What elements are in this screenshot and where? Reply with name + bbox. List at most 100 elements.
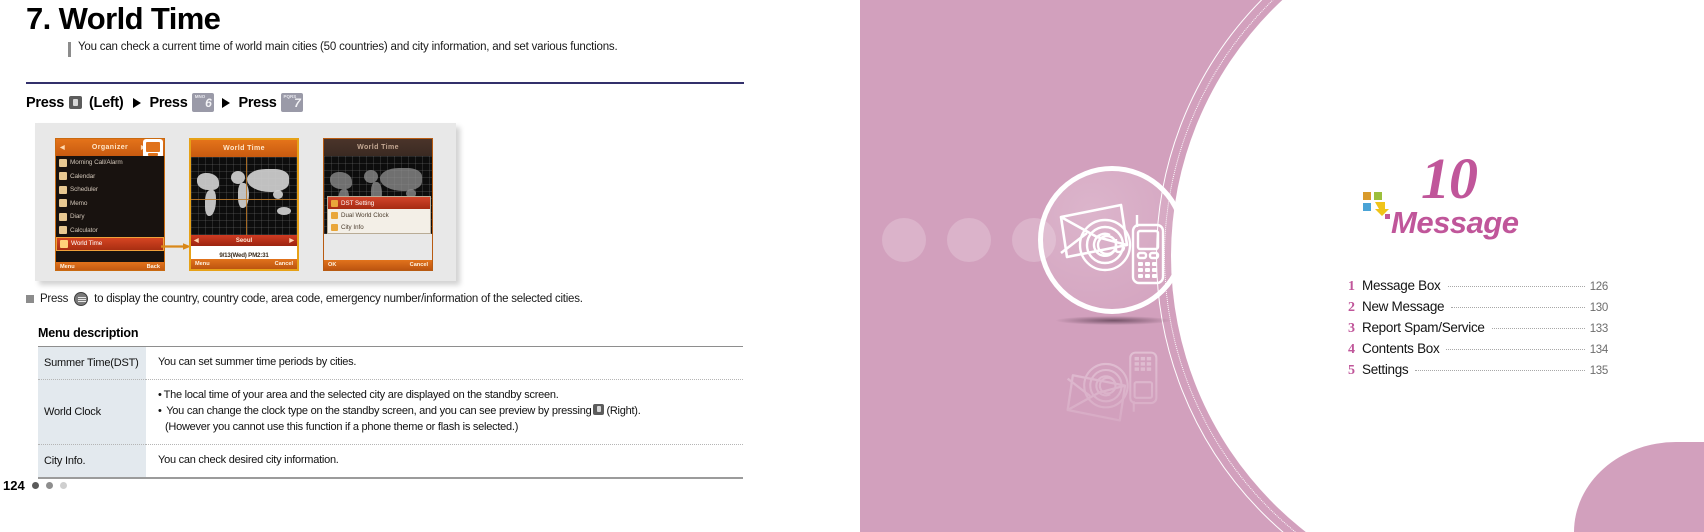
phone-screenshot-organizer: ◀ Organizer ▶ Morning Call/Alarm Calenda… [55,138,165,271]
toc-leader-dots [1491,328,1585,329]
toc-page-number: 126 [1589,281,1609,293]
table-cell-key: City Info. [38,444,146,478]
envelope-at-phone-icon [1059,203,1165,285]
menu-description-table: Summer Time(DST) You can set summer time… [38,346,743,479]
chapter-word: Message [1391,205,1519,240]
table-row: City Info. You can check desired city in… [38,444,743,478]
table-cell-value: You can set summer time periods by citie… [158,356,357,368]
toc-item[interactable]: 1 Message Box 126 [1348,278,1608,299]
list-item-label: Diary [70,213,85,221]
intro-accent-bar [68,42,71,57]
shot3-softkey-right: Cancel [409,262,428,268]
keypad-6-icon: MNO 6 [192,93,215,112]
toc-index: 2 [1348,300,1355,315]
footer-dot-icon [59,482,67,489]
bullet-continuation: (However you cannot use this function if… [165,420,519,433]
screenshot-strip: ◀ Organizer ▶ Morning Call/Alarm Calenda… [35,123,456,281]
note-line: Press to display the country, country co… [26,292,583,306]
chapter-squares-icon [1363,192,1393,222]
list-item-label: Calculator [70,226,98,234]
popup-item: Dual World Clock [328,209,430,221]
folder-icon [59,185,67,194]
note-bullet-square [26,295,34,303]
nav-right-key-icon [593,403,605,415]
table-cell-key: Summer Time(DST) [38,346,146,380]
shot2-city-bar: ◀ Seoul ▶ [191,235,297,246]
menu-description-heading: Menu description [38,326,139,340]
list-item: Memo [56,197,164,211]
arrow-right-icon-2 [222,97,231,108]
chapter-number: 10 [1421,146,1478,211]
toc-label: New Message [1362,299,1445,314]
list-item-label: Scheduler [70,186,98,194]
bullet-line: You can change the clock type on the sta… [158,403,737,420]
hero-icon-reflection [1038,330,1186,450]
toc-label: Report Spam/Service [1362,320,1485,335]
list-item-selected: World Time [56,237,164,251]
press-sequence: Press (Left) Press MNO 6 Press PQRS 7 [26,93,304,112]
landmass [330,172,352,189]
shot3-softkey-left: OK [328,262,337,268]
flow-arrow-icon [161,243,191,250]
folder-icon [59,158,67,167]
phone-screenshot-worldtime-menu: World Time DST Setting Dual World Clock … [323,138,433,271]
popup-item-label: DST Setting [341,199,375,207]
shot2-title: World Time [223,145,265,152]
note-suffix: to display the country, country code, ar… [94,293,583,305]
intro-text: You can check a current time of world ma… [78,41,618,53]
shot2-softkeys: Menu Cancel [191,259,297,269]
page-title: 7. World Time [26,1,221,36]
shot2-softkey-right: Cancel [274,261,293,267]
key6-letters: MNO [194,94,206,99]
phone-screenshot-worldtime: World Time ◀ Seoul ▶ 9/13(Wed) PM2:31 Me… [189,138,299,271]
map-crosshair-horizontal [191,199,297,201]
page-number: 124 [3,478,25,493]
key7-letters: PQRS [283,94,297,99]
bullet-text-before: You can change the clock type on the sta… [166,404,592,417]
shot1-menu-list: Morning Call/Alarm Calendar Scheduler Me… [56,156,164,270]
note-prefix: Press [40,293,69,305]
folder-icon [59,226,67,235]
toc-index: 3 [1348,321,1355,336]
table-row: Summer Time(DST) You can set summer time… [38,346,743,380]
press-label-3: Press [238,94,277,111]
bullet-text-after: (Right). [606,404,641,417]
toc-leader-dots [1415,370,1585,371]
toc-item[interactable]: 2 New Message 130 [1348,299,1608,320]
envelope-at-phone-icon-mirrored [1066,351,1158,422]
footer-dot-icon [45,482,53,489]
popup-item: City Info [328,221,430,233]
toc-item[interactable]: 4 Contents Box 134 [1348,341,1608,362]
manual-spread: 7. World Time You can check a current ti… [0,0,1704,532]
hero-icon-shadow [1056,316,1171,325]
square-orange-icon [1363,192,1371,200]
list-item-label: Calendar [70,172,96,180]
shot3-softkeys: OK Cancel [324,260,432,270]
table-row: World Clock The local time of your area … [38,379,743,445]
toc-item[interactable]: 3 Report Spam/Service 133 [1348,320,1608,341]
shot2-titlebar: World Time [191,140,297,157]
popup-item-selected: DST Setting [328,197,430,209]
toc-label: Contents Box [1362,341,1440,356]
shot2-city-label: Seoul [235,237,253,244]
left-direction-label: (Left) [89,94,124,111]
landmass [238,183,249,208]
square-green-icon [1374,192,1382,200]
popup-item-label: Dual World Clock [341,211,389,219]
list-item: Calculator [56,224,164,238]
cursor-arrow-icon [1375,202,1389,216]
city-next-arrow-icon: ▶ [289,238,294,244]
toc-page-number: 133 [1589,323,1609,335]
intro-block: You can check a current time of world ma… [68,41,618,57]
shot1-softkey-right: Back [146,264,160,270]
toc-leader-dots [1451,307,1585,308]
press-label-1: Press [26,94,65,111]
shot1-titlebar: ◀ Organizer ▶ [56,139,164,158]
landmass [197,173,219,190]
decorative-white-circle [1171,0,1704,532]
toc-item[interactable]: 5 Settings 135 [1348,362,1608,383]
folder-icon [59,199,67,208]
toc-index: 4 [1348,342,1355,357]
shot2-time-value: 9/13(Wed) PM2:31 [219,252,269,259]
toc-label: Settings [1362,362,1409,377]
